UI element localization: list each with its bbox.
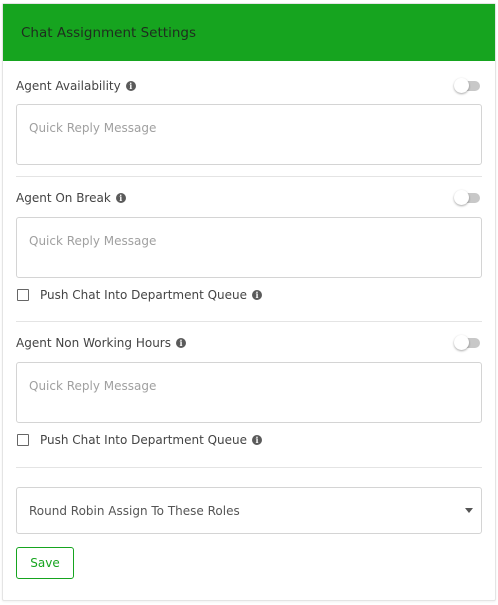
info-icon[interactable]: i bbox=[252, 290, 263, 300]
divider bbox=[16, 321, 482, 322]
section-agent-availability-header: Agent Availability i bbox=[16, 76, 482, 96]
info-icon[interactable]: i bbox=[252, 435, 263, 445]
select-placeholder: Round Robin Assign To These Roles bbox=[29, 503, 240, 518]
push-queue-checkbox[interactable] bbox=[17, 434, 29, 446]
section-agent-on-break-header: Agent On Break i bbox=[16, 188, 482, 208]
info-icon[interactable]: i bbox=[115, 193, 126, 203]
on-break-push-queue-checkbox-row[interactable]: Push Chat Into Department Queue i bbox=[16, 286, 263, 304]
section-agent-non-working-hours-header: Agent Non Working Hours i bbox=[16, 333, 482, 353]
card-header: Chat Assignment Settings bbox=[3, 4, 495, 61]
page-title: Chat Assignment Settings bbox=[21, 24, 196, 41]
chevron-down-icon bbox=[465, 508, 473, 513]
agent-on-break-message-input[interactable] bbox=[16, 217, 482, 278]
info-icon[interactable]: i bbox=[125, 81, 136, 91]
section-title: Agent Non Working Hours bbox=[16, 336, 171, 350]
info-icon[interactable]: i bbox=[176, 338, 186, 348]
agent-non-working-hours-message-input[interactable] bbox=[16, 362, 482, 423]
checkbox-label: Push Chat Into Department Queue bbox=[40, 288, 248, 302]
round-robin-roles-select[interactable]: Round Robin Assign To These Roles bbox=[16, 487, 482, 534]
agent-non-working-hours-toggle[interactable] bbox=[454, 335, 480, 350]
push-queue-checkbox[interactable] bbox=[17, 289, 29, 301]
agent-availability-message-input[interactable] bbox=[16, 104, 482, 165]
save-button[interactable]: Save bbox=[16, 547, 74, 579]
toggle-knob bbox=[454, 335, 469, 350]
checkbox-label: Push Chat Into Department Queue bbox=[40, 433, 248, 447]
section-title: Agent Availability bbox=[16, 79, 121, 93]
divider bbox=[16, 467, 482, 468]
divider bbox=[16, 176, 482, 177]
non-working-push-queue-checkbox-row[interactable]: Push Chat Into Department Queue i bbox=[16, 431, 263, 449]
agent-availability-toggle[interactable] bbox=[454, 78, 480, 93]
agent-on-break-toggle[interactable] bbox=[454, 190, 480, 205]
toggle-knob bbox=[454, 190, 469, 205]
toggle-knob bbox=[454, 78, 469, 93]
section-title: Agent On Break bbox=[16, 191, 111, 205]
